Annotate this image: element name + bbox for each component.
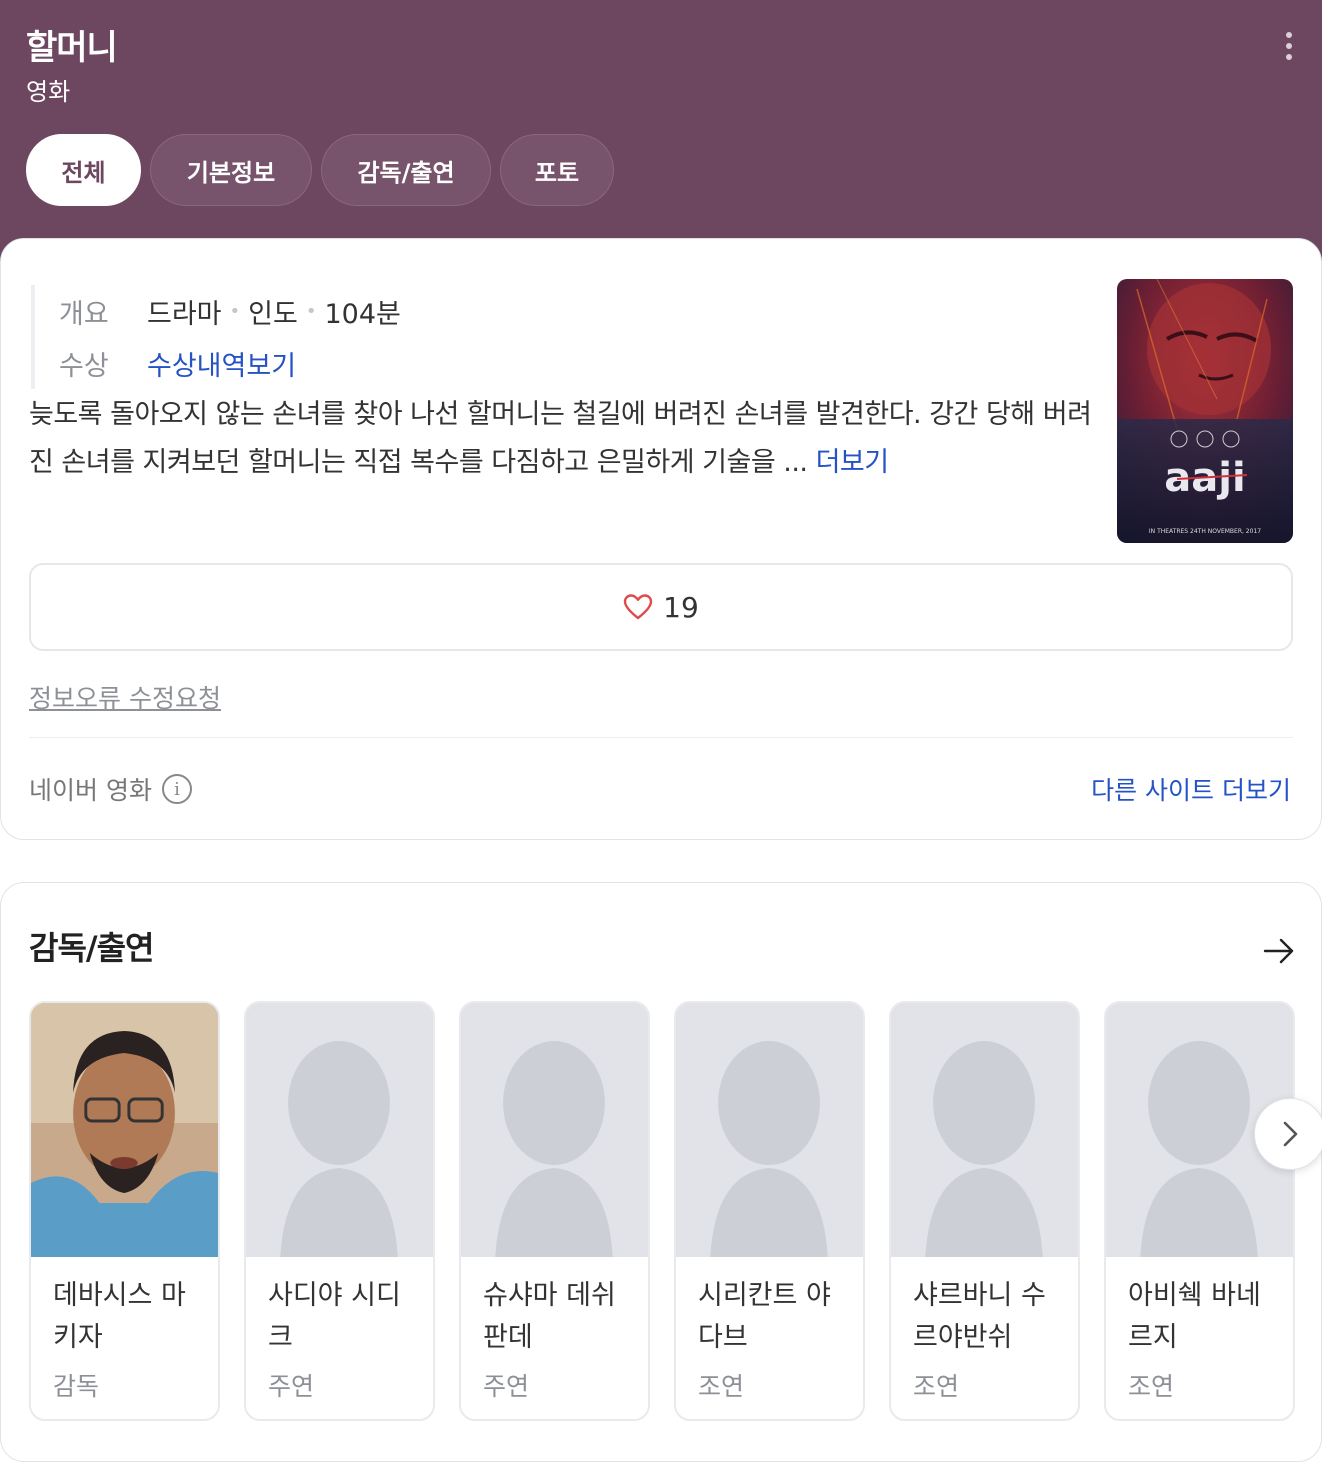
person-card[interactable]: 사디야 시디크 주연 bbox=[244, 1001, 435, 1421]
poster-image: aaji IN THEATRES 24TH NOVEMBER, 2017 bbox=[1117, 279, 1293, 543]
poster-release-text: IN THEATRES 24TH NOVEMBER, 2017 bbox=[1149, 528, 1261, 535]
meta-key-award: 수상 bbox=[59, 350, 109, 382]
carousel-next-button[interactable] bbox=[1254, 1098, 1322, 1170]
chevron-right-icon bbox=[1283, 1121, 1298, 1147]
person-role: 주연 bbox=[268, 1372, 315, 1401]
section-title: 감독/출연 bbox=[29, 929, 154, 967]
award-link[interactable]: 수상내역보기 bbox=[147, 344, 296, 383]
tab-all[interactable]: 전체 bbox=[26, 134, 141, 206]
heart-icon bbox=[623, 594, 653, 620]
person-photo bbox=[31, 1003, 218, 1257]
page-title: 할머니 bbox=[26, 28, 118, 68]
meta-key-overview: 개요 bbox=[59, 298, 109, 330]
report-error-link[interactable]: 정보오류 수정요청 bbox=[29, 679, 221, 715]
person-role: 조연 bbox=[698, 1372, 745, 1401]
person-name: 아비쉑 바네르지 bbox=[1128, 1280, 1261, 1353]
person-card[interactable]: 샤르바니 수르야반쉬 조연 bbox=[889, 1001, 1080, 1421]
person-name: 데바시스 마키자 bbox=[53, 1280, 186, 1353]
synopsis: 늦도록 돌아오지 않는 손녀를 찾아 나선 할머니는 철길에 버려진 손녀를 발… bbox=[29, 391, 1099, 487]
tab-photos[interactable]: 포토 bbox=[500, 134, 614, 206]
like-count: 19 bbox=[663, 590, 699, 624]
person-name: 슈샤마 데쉬판데 bbox=[483, 1280, 616, 1353]
synopsis-more-link[interactable]: 더보기 bbox=[816, 447, 890, 478]
separator-dot: • bbox=[305, 300, 317, 322]
more-options-icon[interactable] bbox=[1276, 30, 1302, 62]
page-subtitle: 영화 bbox=[26, 78, 71, 106]
movie-poster[interactable]: aaji IN THEATRES 24TH NOVEMBER, 2017 bbox=[1117, 279, 1293, 543]
overview-meta: 개요 드라마 • 인도 • 104분 수상 수상내역보기 bbox=[31, 285, 401, 389]
person-card[interactable]: 슈샤마 데쉬판데 주연 bbox=[459, 1001, 650, 1421]
divider bbox=[29, 737, 1293, 738]
source-info: 네이버 영화 i bbox=[29, 771, 192, 807]
country: 인도 bbox=[248, 298, 298, 330]
like-button[interactable]: 19 bbox=[29, 563, 1293, 651]
runtime: 104분 bbox=[324, 298, 401, 330]
person-card[interactable]: 데바시스 마키자 감독 bbox=[29, 1001, 220, 1421]
person-name: 사디야 시디크 bbox=[268, 1280, 401, 1353]
person-placeholder-icon bbox=[461, 1003, 648, 1257]
person-name: 샤르바니 수르야반쉬 bbox=[913, 1280, 1046, 1353]
other-sites-link[interactable]: 다른 사이트 더보기 bbox=[1091, 771, 1291, 807]
meta-row-award: 수상 수상내역보기 bbox=[59, 337, 401, 389]
person-role: 주연 bbox=[483, 1372, 530, 1401]
cast-list: 데바시스 마키자 감독 사디야 시디크 주연 슈샤마 데쉬판데 주연 시리칸트 … bbox=[29, 1001, 1295, 1421]
person-card[interactable]: 시리칸트 야다브 조연 bbox=[674, 1001, 865, 1421]
person-card[interactable]: 아비쉑 바네르지 조연 bbox=[1104, 1001, 1295, 1421]
tab-bar: 전체 기본정보 감독/출연 포토 bbox=[26, 134, 614, 206]
overview-card: 개요 드라마 • 인도 • 104분 수상 수상내역보기 늦도록 돌아오지 않는… bbox=[0, 238, 1322, 840]
tab-basic-info[interactable]: 기본정보 bbox=[150, 134, 312, 206]
person-placeholder-icon bbox=[891, 1003, 1078, 1257]
person-placeholder-icon bbox=[246, 1003, 433, 1257]
separator-dot: • bbox=[229, 300, 241, 322]
genre: 드라마 bbox=[147, 298, 222, 330]
arrow-right-icon[interactable] bbox=[1263, 937, 1295, 965]
person-placeholder-icon bbox=[676, 1003, 863, 1257]
person-role: 조연 bbox=[1128, 1372, 1175, 1401]
person-name: 시리칸트 야다브 bbox=[698, 1280, 831, 1353]
person-role: 감독 bbox=[53, 1372, 100, 1401]
tab-cast[interactable]: 감독/출연 bbox=[321, 134, 491, 206]
synopsis-text: 늦도록 돌아오지 않는 손녀를 찾아 나선 할머니는 철길에 버려진 손녀를 발… bbox=[29, 399, 1092, 478]
person-role: 조연 bbox=[913, 1372, 960, 1401]
cast-card: 감독/출연 데바시스 마키자 감독 사디야 시디크 주연 슈샤마 데쉬판데 주연… bbox=[0, 882, 1322, 1462]
meta-row-overview: 개요 드라마 • 인도 • 104분 bbox=[59, 285, 401, 337]
info-icon[interactable]: i bbox=[161, 774, 192, 804]
source-label: 네이버 영화 bbox=[29, 776, 152, 805]
